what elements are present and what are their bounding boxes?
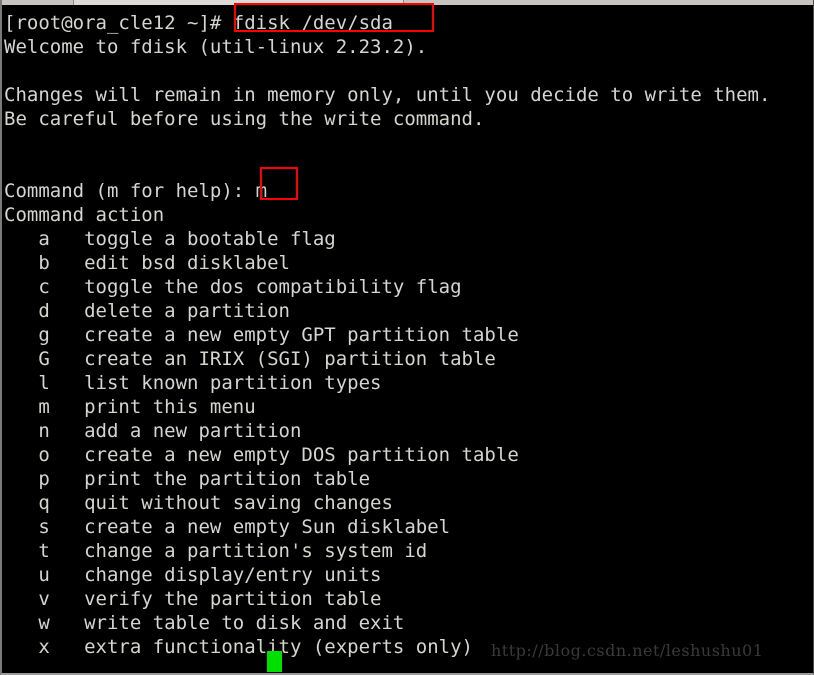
menu-item-l: l list known partition types (4, 372, 382, 394)
menu-item-n: n add a new partition (4, 420, 302, 442)
command-input-line: Command (m for help): m (4, 180, 268, 202)
menu-item-q: q quit without saving changes (4, 492, 393, 514)
terminal-window[interactable]: [root@ora_cle12 ~]# fdisk /dev/sda Welco… (0, 0, 814, 675)
blank-line-1 (4, 59, 813, 83)
watermark-text: http://blog.csdn.net/leshushu01 (491, 641, 764, 660)
menu-item-g: g create a new empty GPT partition table (4, 324, 519, 346)
prompt-line: [root@ora_cle12 ~]# fdisk /dev/sda (4, 12, 393, 34)
menu-item-p: p print the partition table (4, 468, 371, 490)
blank-line-4 (4, 659, 813, 673)
notice-line-2: Be careful before using the write comman… (4, 108, 485, 130)
menu-item-b: b edit bsd disklabel (4, 252, 290, 274)
menu-item-v: v verify the partition table (4, 588, 382, 610)
menu-item-s: s create a new empty Sun disklabel (4, 516, 451, 538)
menu-item-u: u change display/entry units (4, 564, 382, 586)
menu-item-G: G create an IRIX (SGI) partition table (4, 348, 496, 370)
menu-item-t: t change a partition's system id (4, 540, 428, 562)
blank-line-2 (4, 131, 813, 155)
menu-item-o: o create a new empty DOS partition table (4, 444, 519, 466)
welcome-line: Welcome to fdisk (util-linux 2.23.2). (4, 36, 428, 58)
text-cursor (267, 651, 282, 672)
command-action-header: Command action (4, 204, 165, 226)
notice-line-1: Changes will remain in memory only, unti… (4, 84, 771, 106)
menu-item-a: a toggle a bootable flag (4, 228, 336, 250)
menu-item-m: m print this menu (4, 396, 256, 418)
blank-line-3 (4, 155, 813, 179)
menu-item-c: c toggle the dos compatibility flag (4, 276, 462, 298)
terminal-screen[interactable]: [root@ora_cle12 ~]# fdisk /dev/sda Welco… (2, 5, 813, 673)
menu-item-d: d delete a partition (4, 300, 290, 322)
menu-item-w: w write table to disk and exit (4, 612, 405, 634)
